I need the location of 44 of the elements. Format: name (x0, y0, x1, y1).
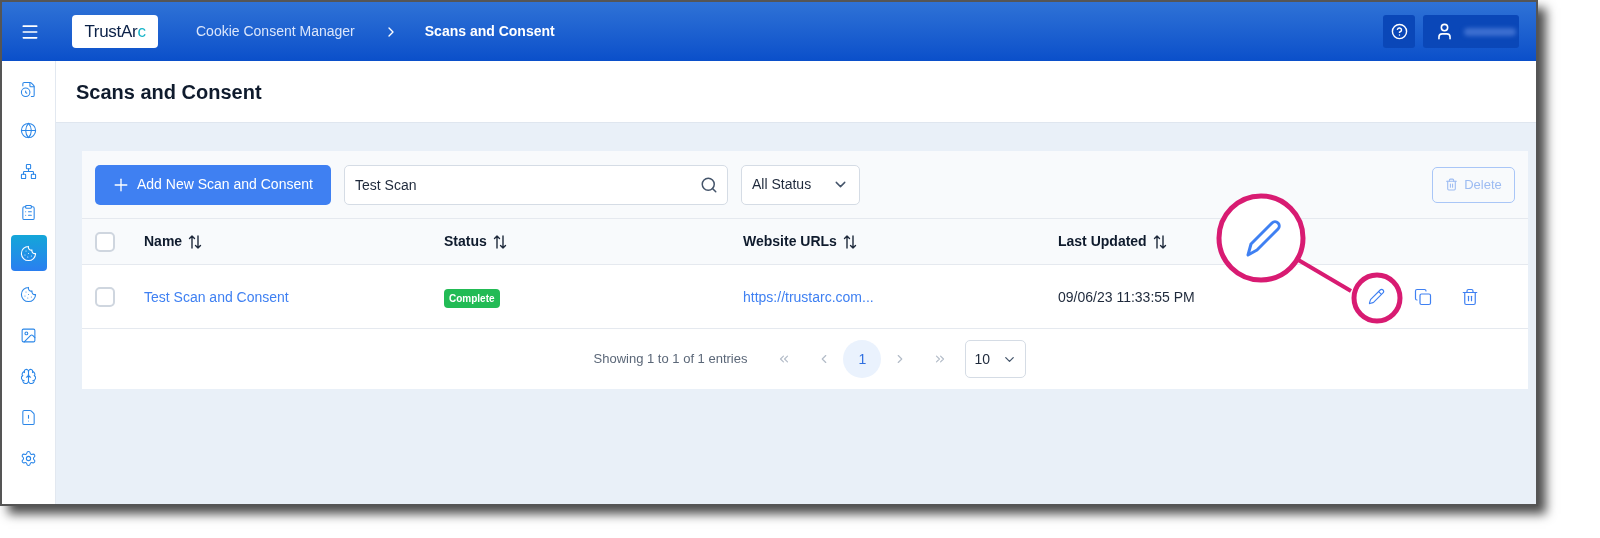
table-cell: 09/06/23 11:33:55 PM (1058, 288, 1195, 305)
sort-icon[interactable] (188, 233, 203, 250)
checkbox[interactable] (95, 231, 115, 252)
cookie-icon (20, 244, 37, 262)
page-button[interactable]: 1 (843, 340, 882, 378)
search-field[interactable]: Test Scan (344, 164, 728, 205)
trash-icon (1445, 178, 1459, 191)
page-title: Scans and Consent (76, 79, 262, 105)
copy-icon[interactable] (1414, 287, 1432, 306)
delete-icon[interactable] (1461, 287, 1479, 306)
image-icon (20, 326, 37, 344)
file-warning-icon (20, 408, 37, 426)
url-link[interactable]: https://trustarc.com... (743, 288, 874, 305)
column-header: Website URLs (743, 232, 837, 251)
column-header: Name (144, 232, 183, 251)
brain-icon (20, 367, 37, 385)
user-button[interactable] (1423, 15, 1519, 48)
sidebar-item[interactable] (10, 235, 47, 271)
cookie-icon (20, 285, 37, 303)
checkbox[interactable] (95, 286, 115, 307)
column-header: Status (444, 232, 487, 251)
breadcrumb-current: Scans and Consent (424, 22, 555, 41)
help-button[interactable] (1383, 15, 1415, 48)
logo[interactable]: TrustArc (72, 15, 158, 48)
sort-icon[interactable] (1152, 233, 1167, 250)
clipboard-icon (20, 203, 37, 221)
help-icon (1390, 23, 1408, 40)
page-size-dropdown[interactable]: 10 (965, 340, 1027, 378)
edit-icon[interactable] (1368, 288, 1385, 305)
sort-icon[interactable] (492, 233, 507, 250)
globe-icon (20, 121, 37, 139)
search-icon[interactable] (700, 175, 718, 194)
add-new-button[interactable]: Add New Scan and Consent (95, 164, 331, 205)
network-icon (20, 162, 37, 180)
user-icon (1435, 22, 1454, 41)
file-clock-icon (20, 80, 37, 98)
status-dropdown[interactable]: All Status (741, 164, 860, 205)
breadcrumb-link[interactable]: Cookie Consent Manager (196, 21, 355, 42)
entries-summary: Showing 1 to 1 of 1 entries (593, 350, 748, 369)
settings-icon (20, 449, 37, 467)
column-header: Last Updated (1058, 232, 1147, 251)
status-badge: Complete (444, 288, 500, 308)
sort-icon[interactable] (842, 233, 857, 250)
scan-name-link[interactable]: Test Scan and Consent (144, 288, 289, 305)
